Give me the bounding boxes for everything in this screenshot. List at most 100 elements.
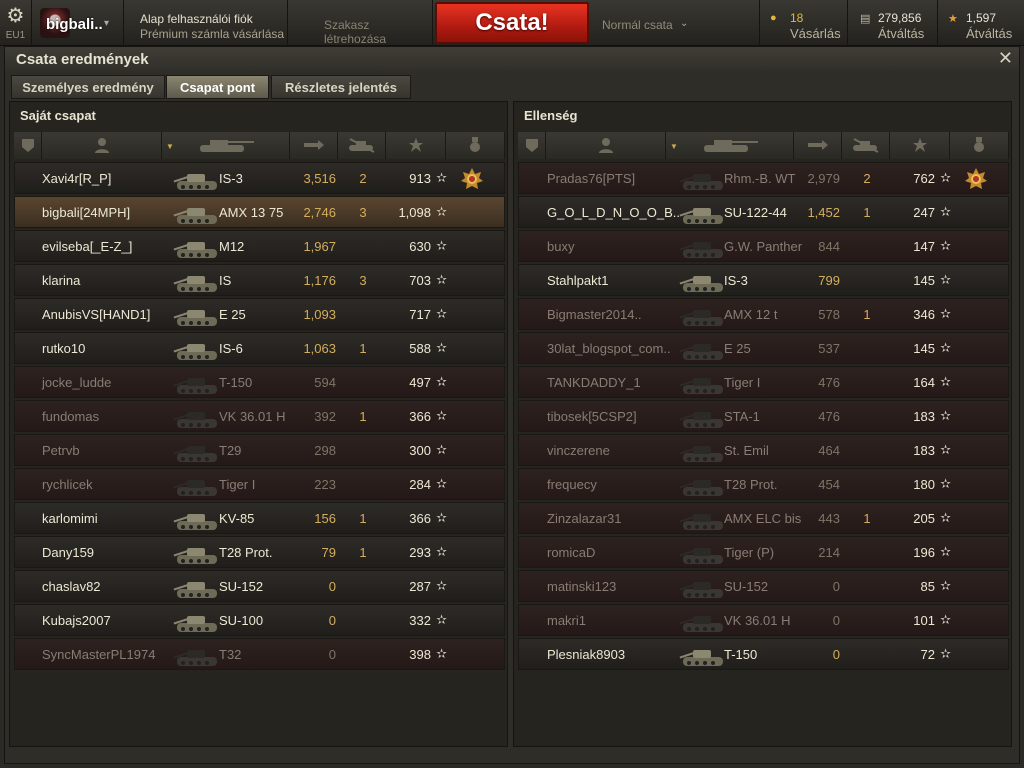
player-row[interactable]: Zinzalazar31 AMX ELC bis 443 1 205 ✫ — [518, 502, 1009, 534]
tank-icon — [173, 641, 223, 669]
player-row[interactable]: G_O_L_D_N_O_O_B.. SU-122-44 1,452 1 247 ✫ — [518, 196, 1009, 228]
xp-value: 72 — [920, 647, 935, 662]
tank-icon — [679, 471, 729, 499]
player-row[interactable]: rutko10 IS-6 1,063 1 588 ✫ — [14, 332, 505, 364]
medal-icon[interactable] — [460, 167, 484, 191]
player-row[interactable]: rychlicek Tiger I 223 284 ✫ — [14, 468, 505, 500]
player-row[interactable]: Petrvb T29 298 300 ✫ — [14, 434, 505, 466]
settings-button[interactable]: ⚙ EU1 — [0, 0, 32, 46]
own-team-title: Saját csapat — [20, 108, 96, 123]
player-row[interactable]: AnubisVS[HAND1] E 25 1,093 717 ✫ — [14, 298, 505, 330]
column-header-squad[interactable] — [518, 132, 546, 159]
player-row[interactable]: jocke_ludde T-150 594 497 ✫ — [14, 366, 505, 398]
player-row[interactable]: tibosek[5CSP2] STA-1 476 183 ✫ — [518, 400, 1009, 432]
gold-panel[interactable]: ● 18 Vásárlás — [760, 0, 848, 46]
tab-team-score[interactable]: Csapat pont — [166, 75, 269, 99]
player-row[interactable]: SyncMasterPL1974 T32 0 398 ✫ — [14, 638, 505, 670]
damage-icon — [807, 140, 829, 156]
account-panel[interactable]: Alap felhasználói fiók Prémium számla vá… — [124, 0, 288, 46]
buy-premium-link[interactable]: Prémium számla vásárlása — [140, 27, 284, 41]
column-header-medal[interactable] — [950, 132, 1009, 159]
create-platoon-label: Szakasz létrehozása — [324, 18, 387, 46]
star-icon: ✫ — [436, 374, 447, 389]
tank-icon — [173, 403, 223, 431]
enemy-team-panel: Ellenség ▼ Pradas76[PTS] Rhm.-B. WT 2,979 2… — [513, 101, 1012, 747]
player-row[interactable]: klarina IS 1,176 3 703 ✫ — [14, 264, 505, 296]
player-row[interactable]: fundomas VK 36.01 H 392 1 366 ✫ — [14, 400, 505, 432]
own-team-list: Xavi4r[R_P] IS-3 3,516 2 913 ✫ bigbali[24MPH] A… — [14, 162, 505, 672]
star-icon: ✫ — [940, 170, 951, 185]
tank-name: G.W. Panther — [724, 239, 803, 254]
battle-button[interactable]: Csata! — [435, 2, 589, 44]
damage-value: 476 — [818, 409, 840, 424]
column-header-player[interactable] — [546, 132, 666, 159]
tab-personal-results[interactable]: Személyes eredmény — [11, 75, 165, 99]
star-icon: ✫ — [940, 476, 951, 491]
medal-icon[interactable] — [964, 167, 988, 191]
xp-star-icon — [408, 138, 424, 156]
column-header-squad[interactable] — [14, 132, 42, 159]
xp-value: 284 — [409, 477, 431, 492]
column-header-tank[interactable]: ▼ — [666, 132, 794, 159]
tank-name: VK 36.01 H — [219, 409, 286, 424]
credits-panel[interactable]: ▤ 279,856 Átváltás — [848, 0, 938, 46]
damage-value: 1,452 — [807, 205, 840, 220]
exchange-credits-link[interactable]: Átváltás — [878, 26, 924, 41]
free-xp-value: 1,597 — [966, 11, 997, 25]
tab-detailed-report[interactable]: Részletes jelentés — [271, 75, 411, 99]
player-name: TANKDADDY_1 — [547, 375, 641, 390]
star-icon: ✫ — [940, 272, 951, 287]
sort-arrow-icon: ▼ — [166, 142, 174, 151]
battle-mode-select[interactable]: Normál csata ⌄ — [590, 0, 760, 46]
player-row[interactable]: Bigmaster2014.. AMX 12 t 578 1 346 ✫ — [518, 298, 1009, 330]
window-titlebar[interactable]: Csata eredmények ✕ — [5, 47, 1019, 71]
player-row[interactable]: 30lat_blogspot_com.. E 25 537 145 ✫ — [518, 332, 1009, 364]
star-icon: ✫ — [436, 238, 447, 253]
player-row[interactable]: chaslav82 SU-152 0 287 ✫ — [14, 570, 505, 602]
player-row[interactable]: makri1 VK 36.01 H 0 101 ✫ — [518, 604, 1009, 636]
player-name: Bigmaster2014.. — [547, 307, 642, 322]
column-header-medal[interactable] — [446, 132, 505, 159]
star-icon: ✫ — [940, 306, 951, 321]
player-row[interactable]: buxy G.W. Panther 844 147 ✫ — [518, 230, 1009, 262]
player-row[interactable]: Xavi4r[R_P] IS-3 3,516 2 913 ✫ — [14, 162, 505, 194]
player-row[interactable]: Kubajs2007 SU-100 0 332 ✫ — [14, 604, 505, 636]
tank-icon — [173, 471, 223, 499]
convert-xp-link[interactable]: Átváltás — [966, 26, 1012, 41]
tank-icon — [173, 267, 223, 295]
column-header-xp-star[interactable] — [386, 132, 446, 159]
free-xp-panel[interactable]: ★ 1,597 Átváltás — [938, 0, 1024, 46]
player-row[interactable]: frequecy T28 Prot. 454 180 ✫ — [518, 468, 1009, 500]
player-row[interactable]: vinczerene St. Emil 464 183 ✫ — [518, 434, 1009, 466]
damage-value: 578 — [818, 307, 840, 322]
player-row[interactable]: romicaD Tiger (P) 214 196 ✫ — [518, 536, 1009, 568]
player-row[interactable]: Dany159 T28 Prot. 79 1 293 ✫ — [14, 536, 505, 568]
player-row[interactable]: TANKDADDY_1 Tiger I 476 164 ✫ — [518, 366, 1009, 398]
create-platoon-button[interactable]: Szakasz létrehozása — [288, 0, 433, 46]
star-icon: ✫ — [940, 340, 951, 355]
column-header-tank[interactable]: ▼ — [162, 132, 290, 159]
star-icon: ✫ — [436, 578, 447, 593]
buy-gold-link[interactable]: Vásárlás — [790, 26, 841, 41]
player-row[interactable]: Pradas76[PTS] Rhm.-B. WT 2,979 2 762 ✫ — [518, 162, 1009, 194]
player-row[interactable]: matinski123 SU-152 0 85 ✫ — [518, 570, 1009, 602]
player-row[interactable]: evilseba[_E-Z_] M12 1,967 630 ✫ — [14, 230, 505, 262]
xp-value: 287 — [409, 579, 431, 594]
player-row[interactable]: Stahlpakt1 IS-3 799 145 ✫ — [518, 264, 1009, 296]
column-header-damage[interactable] — [794, 132, 842, 159]
player-row[interactable]: bigbali[24MPH] AMX 13 75 2,746 3 1,098 ✫ — [14, 196, 505, 228]
player-row[interactable]: Plesniak8903 T-150 0 72 ✫ — [518, 638, 1009, 670]
column-header-damage[interactable] — [290, 132, 338, 159]
account-type: Alap felhasználói fiók — [140, 12, 253, 26]
enemy-team-title: Ellenség — [524, 108, 578, 123]
column-header-kills[interactable] — [338, 132, 386, 159]
tank-name: AMX 13 75 — [219, 205, 284, 220]
player-row[interactable]: karlomimi KV-85 156 1 366 ✫ — [14, 502, 505, 534]
tank-icon — [196, 140, 256, 156]
close-icon[interactable]: ✕ — [998, 48, 1013, 69]
column-header-xp-star[interactable] — [890, 132, 950, 159]
column-header-player[interactable] — [42, 132, 162, 159]
tank-name: STA-1 — [724, 409, 760, 424]
column-header-kills[interactable] — [842, 132, 890, 159]
player-menu[interactable]: bigbali.. ▾ — [32, 0, 124, 46]
